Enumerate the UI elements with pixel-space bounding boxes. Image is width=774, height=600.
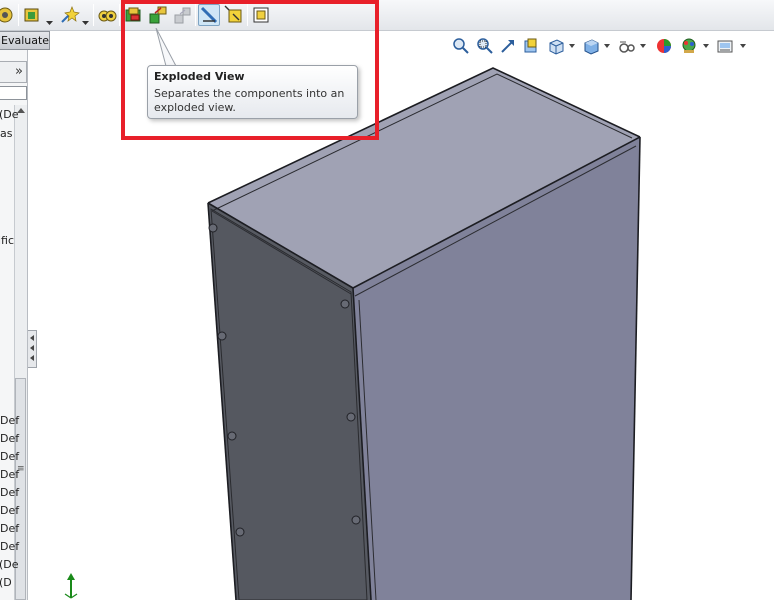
tree-item[interactable]: (De xyxy=(0,108,19,121)
smart-fasteners-icon[interactable] xyxy=(22,4,44,26)
zoom-to-fit-icon[interactable] xyxy=(452,37,470,55)
tree-item[interactable]: Def xyxy=(0,486,19,499)
tab-evaluate[interactable]: Evaluate xyxy=(0,31,50,50)
apply-scene-icon[interactable] xyxy=(680,37,698,55)
annotation-highlight-box xyxy=(121,0,379,140)
expand-panel-button[interactable]: » xyxy=(0,61,27,83)
reference-triad-icon xyxy=(64,573,78,599)
tree-item[interactable]: Def xyxy=(0,450,19,463)
chevron-down-icon[interactable] xyxy=(640,44,646,48)
tree-item[interactable]: as xyxy=(0,127,12,140)
bill-of-materials-icon[interactable] xyxy=(96,4,118,26)
display-style-icon[interactable] xyxy=(582,37,600,55)
chevron-down-icon[interactable] xyxy=(46,12,53,25)
chevron-down-icon[interactable] xyxy=(569,44,575,48)
view-orientation-icon[interactable] xyxy=(547,37,565,55)
zoom-to-area-icon[interactable] xyxy=(476,37,494,55)
panel-collapse-handle[interactable] xyxy=(28,330,37,368)
tree-item[interactable]: (D xyxy=(0,576,12,589)
reference-geometry-icon[interactable] xyxy=(58,4,80,26)
view-settings-icon[interactable] xyxy=(716,37,734,55)
graphics-area[interactable] xyxy=(0,0,774,600)
chevron-down-icon[interactable] xyxy=(82,12,89,25)
edit-appearance-icon[interactable] xyxy=(655,37,673,55)
tree-item[interactable]: Def xyxy=(0,504,19,517)
tree-item[interactable]: Def xyxy=(0,540,19,553)
tree-item[interactable]: (De xyxy=(0,558,19,571)
section-view-icon[interactable] xyxy=(522,37,540,55)
previous-view-icon[interactable] xyxy=(499,37,517,55)
chevron-down-icon[interactable] xyxy=(703,44,709,48)
tree-item[interactable]: Def xyxy=(0,522,19,535)
tree-item[interactable]: ific xyxy=(0,234,14,247)
chevron-down-icon[interactable] xyxy=(604,44,610,48)
assembly-features-icon[interactable] xyxy=(0,4,16,26)
solidworks-window: Evaluate » ≡ (De as ific Def Def Def Def… xyxy=(0,0,774,600)
panel-filter-input[interactable] xyxy=(0,86,27,100)
chevron-down-icon[interactable] xyxy=(740,44,746,48)
tree-item[interactable]: Def xyxy=(0,432,19,445)
command-manager-toolbar xyxy=(0,0,774,31)
tree-item[interactable]: Def xyxy=(0,468,19,481)
hide-show-items-icon[interactable] xyxy=(618,37,636,55)
tree-item[interactable]: Def xyxy=(0,414,19,427)
